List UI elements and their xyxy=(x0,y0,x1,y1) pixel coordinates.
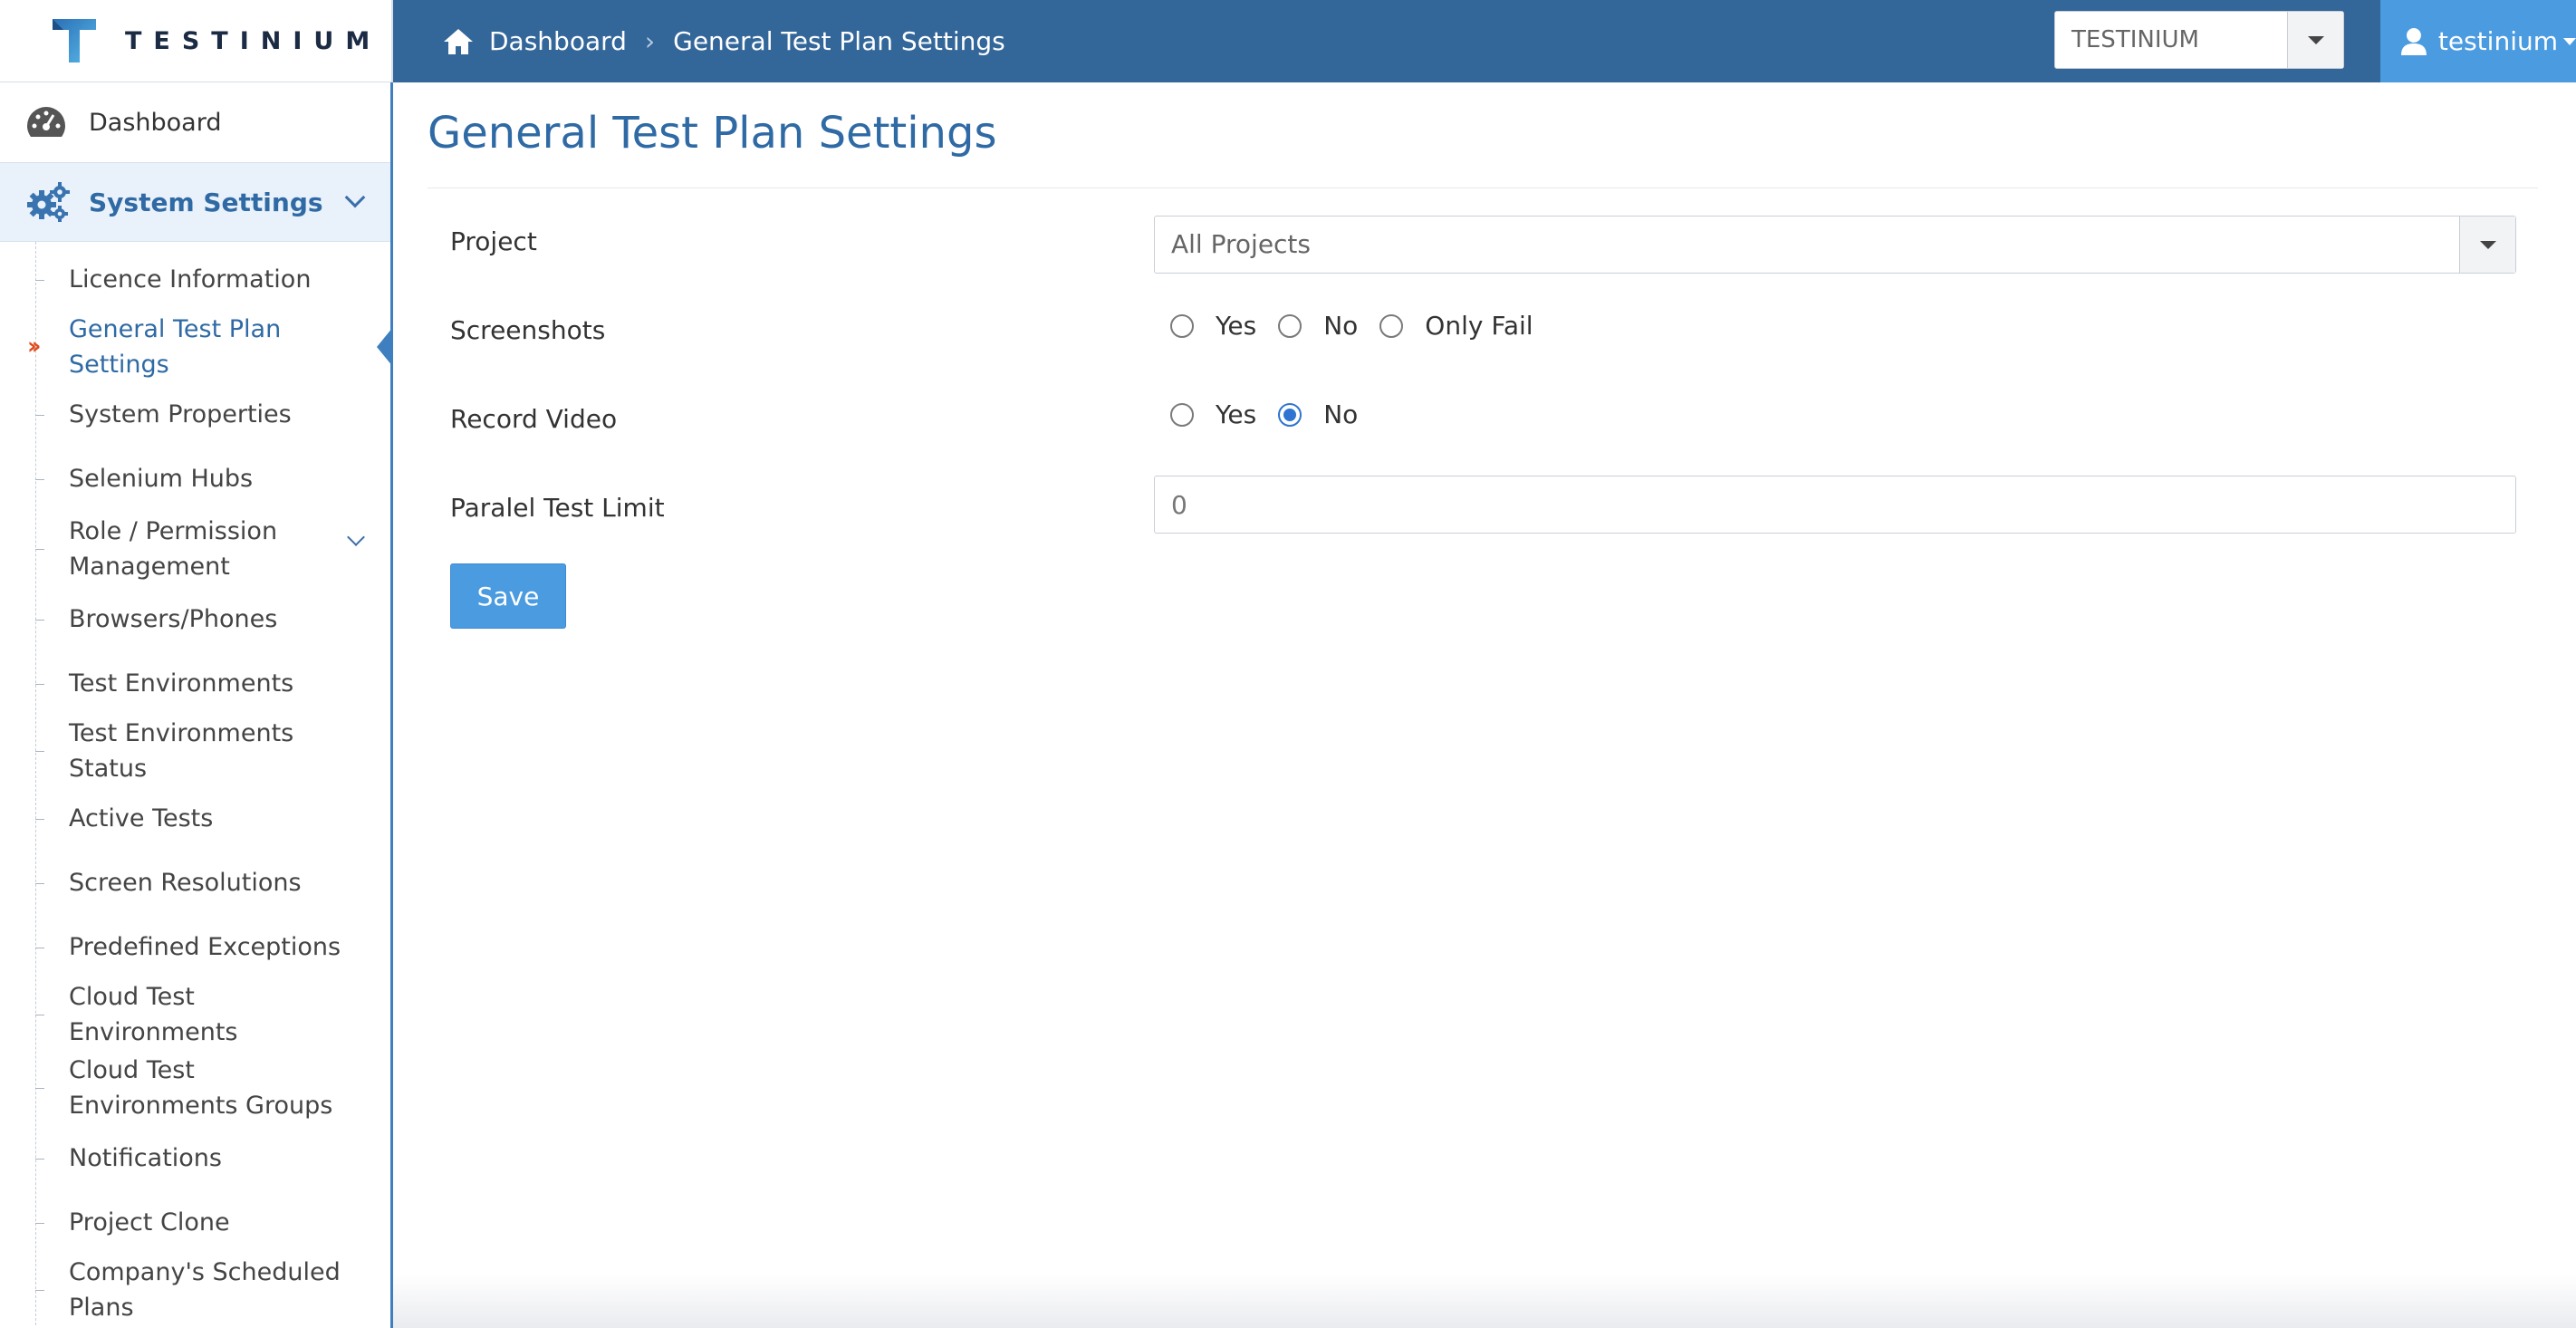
breadcrumb-current: General Test Plan Settings xyxy=(673,26,1005,56)
tree-dash xyxy=(35,279,44,281)
project-select[interactable]: All Projects xyxy=(1154,216,2516,274)
project-dropdown-toggle[interactable] xyxy=(2459,217,2515,273)
record-video-no-radio[interactable] xyxy=(1278,402,1302,427)
screenshots-only-fail-radio[interactable] xyxy=(1379,313,1404,338)
organization-dropdown-toggle[interactable] xyxy=(2287,12,2343,68)
tree-dash xyxy=(35,1290,44,1291)
breadcrumb-dashboard-link[interactable]: Dashboard xyxy=(489,26,627,56)
chevron-down-icon[interactable] xyxy=(344,187,366,208)
active-pointer-icon xyxy=(377,327,390,367)
sidebar-item-label: Cloud Test Environments xyxy=(69,983,238,1046)
sidebar-item-label: Cloud Test Environments Groups xyxy=(69,1056,333,1120)
screenshots-only-fail-label[interactable]: Only Fail xyxy=(1425,311,1533,341)
tree-dash xyxy=(35,1158,44,1160)
screenshots-no-label[interactable]: No xyxy=(1323,311,1358,341)
sidebar-item-label: Company's Scheduled Plans xyxy=(69,1258,341,1322)
sidebar-item-browsers-phones[interactable]: Browsers/Phones xyxy=(0,587,390,651)
tree-dash xyxy=(35,1222,44,1224)
user-icon xyxy=(2400,27,2427,55)
sidebar-item-dashboard[interactable]: Dashboard xyxy=(0,82,390,162)
sidebar-item-cloud-test-environments-groups[interactable]: Cloud Test Environments Groups xyxy=(0,1050,390,1126)
tree-dash xyxy=(35,751,44,752)
sidebar-item-selenium-hubs[interactable]: Selenium Hubs xyxy=(0,447,390,511)
tree-dash xyxy=(35,549,44,550)
sidebar: Dashboard System Settings Licence Inform… xyxy=(0,82,393,1328)
sidebar-item-label: Project Clone xyxy=(69,1208,230,1237)
screenshots-yes-radio[interactable] xyxy=(1170,313,1194,338)
tree-dash xyxy=(35,414,44,416)
sidebar-item-role-permission-management[interactable]: Role / Permission Management xyxy=(0,511,390,587)
parallel-test-limit-label: Paralel Test Limit xyxy=(450,493,665,523)
organization-select[interactable]: TESTINIUM xyxy=(2054,11,2344,69)
record-video-no-label[interactable]: No xyxy=(1323,399,1358,429)
tree-dash xyxy=(35,478,44,480)
main-content: General Test Plan Settings Project All P… xyxy=(393,82,2576,1328)
top-bar: Dashboard › General Test Plan Settings T… xyxy=(393,0,2576,82)
bottom-shadow xyxy=(393,1274,2576,1328)
sidebar-item-project-clone[interactable]: Project Clone xyxy=(0,1190,390,1255)
sidebar-item-label: Browsers/Phones xyxy=(69,605,278,633)
sidebar-item-predefined-exceptions[interactable]: Predefined Exceptions xyxy=(0,915,390,979)
sidebar-item-test-environments[interactable]: Test Environments xyxy=(0,651,390,716)
double-chevron-right-icon: ›› xyxy=(27,332,42,361)
caret-down-icon xyxy=(2563,37,2576,45)
testinium-logo-icon xyxy=(53,19,96,63)
home-icon[interactable] xyxy=(442,26,475,57)
sidebar-item-test-environments-status[interactable]: Test Environments Status xyxy=(0,716,390,786)
sidebar-item-licence-information[interactable]: Licence Information xyxy=(0,247,390,312)
organization-select-value: TESTINIUM xyxy=(2071,26,2199,53)
tree-dash xyxy=(35,619,44,621)
parallel-test-limit-input[interactable] xyxy=(1154,476,2516,534)
caret-down-icon xyxy=(2307,35,2324,44)
sidebar-item-screen-resolutions[interactable]: Screen Resolutions xyxy=(0,851,390,915)
system-settings-submenu: Licence Information ›› General Test Plan… xyxy=(0,242,390,1325)
tree-dash xyxy=(35,683,44,685)
sidebar-item-label: Active Tests xyxy=(69,804,214,832)
caret-down-icon xyxy=(2479,240,2496,249)
screenshots-label: Screenshots xyxy=(450,315,606,345)
gears-icon xyxy=(27,182,70,222)
record-video-label: Record Video xyxy=(450,404,618,434)
record-video-yes-label[interactable]: Yes xyxy=(1216,399,1256,429)
sidebar-item-notifications[interactable]: Notifications xyxy=(0,1126,390,1190)
sidebar-item-system-settings[interactable]: System Settings xyxy=(0,162,390,242)
screenshots-yes-label[interactable]: Yes xyxy=(1216,311,1256,341)
brand-name: TESTINIUM xyxy=(125,26,382,55)
sidebar-item-general-test-plan-settings[interactable]: ›› General Test Plan Settings xyxy=(0,312,390,382)
sidebar-item-label: System Settings xyxy=(89,187,323,217)
sidebar-item-label: Predefined Exceptions xyxy=(69,933,341,961)
user-name: testinium xyxy=(2437,26,2558,56)
sidebar-item-label: Test Environments xyxy=(69,669,294,698)
project-label: Project xyxy=(450,226,537,256)
page-title: General Test Plan Settings xyxy=(428,108,997,159)
sidebar-item-label: Selenium Hubs xyxy=(69,465,254,493)
save-button[interactable]: Save xyxy=(450,563,566,629)
sidebar-item-cloud-test-environments[interactable]: Cloud Test Environments xyxy=(0,979,390,1050)
tree-dash xyxy=(35,1088,44,1089)
logo[interactable]: TESTINIUM xyxy=(0,0,393,82)
breadcrumb-separator-icon: › xyxy=(644,26,656,56)
sidebar-item-label: Test Environments Status xyxy=(69,719,294,783)
sidebar-item-active-tests[interactable]: Active Tests xyxy=(0,786,390,851)
sidebar-item-companys-scheduled-plans[interactable]: Company's Scheduled Plans xyxy=(0,1255,390,1325)
sidebar-item-label: General Test Plan Settings xyxy=(69,315,282,379)
sidebar-item-label: Notifications xyxy=(69,1144,222,1172)
screenshots-no-radio[interactable] xyxy=(1278,313,1302,338)
screenshots-radio-group: Yes No Only Fail xyxy=(1170,311,1555,341)
project-select-value: All Projects xyxy=(1171,229,1311,259)
record-video-radio-group: Yes No xyxy=(1170,399,1379,429)
sidebar-item-label: Dashboard xyxy=(89,108,222,137)
sidebar-item-label: Screen Resolutions xyxy=(69,869,302,897)
record-video-yes-radio[interactable] xyxy=(1170,402,1194,427)
sidebar-item-label: System Properties xyxy=(69,400,292,428)
chevron-down-icon[interactable] xyxy=(347,528,365,546)
sidebar-item-label: Role / Permission Management xyxy=(69,517,278,581)
dashboard-gauge-icon xyxy=(27,107,65,137)
sidebar-item-system-properties[interactable]: System Properties xyxy=(0,382,390,447)
breadcrumb: Dashboard › General Test Plan Settings xyxy=(442,0,1005,82)
user-menu[interactable]: testinium xyxy=(2380,0,2576,82)
tree-dash xyxy=(35,818,44,820)
tree-dash xyxy=(35,882,44,884)
sidebar-item-label: Licence Information xyxy=(69,265,312,294)
